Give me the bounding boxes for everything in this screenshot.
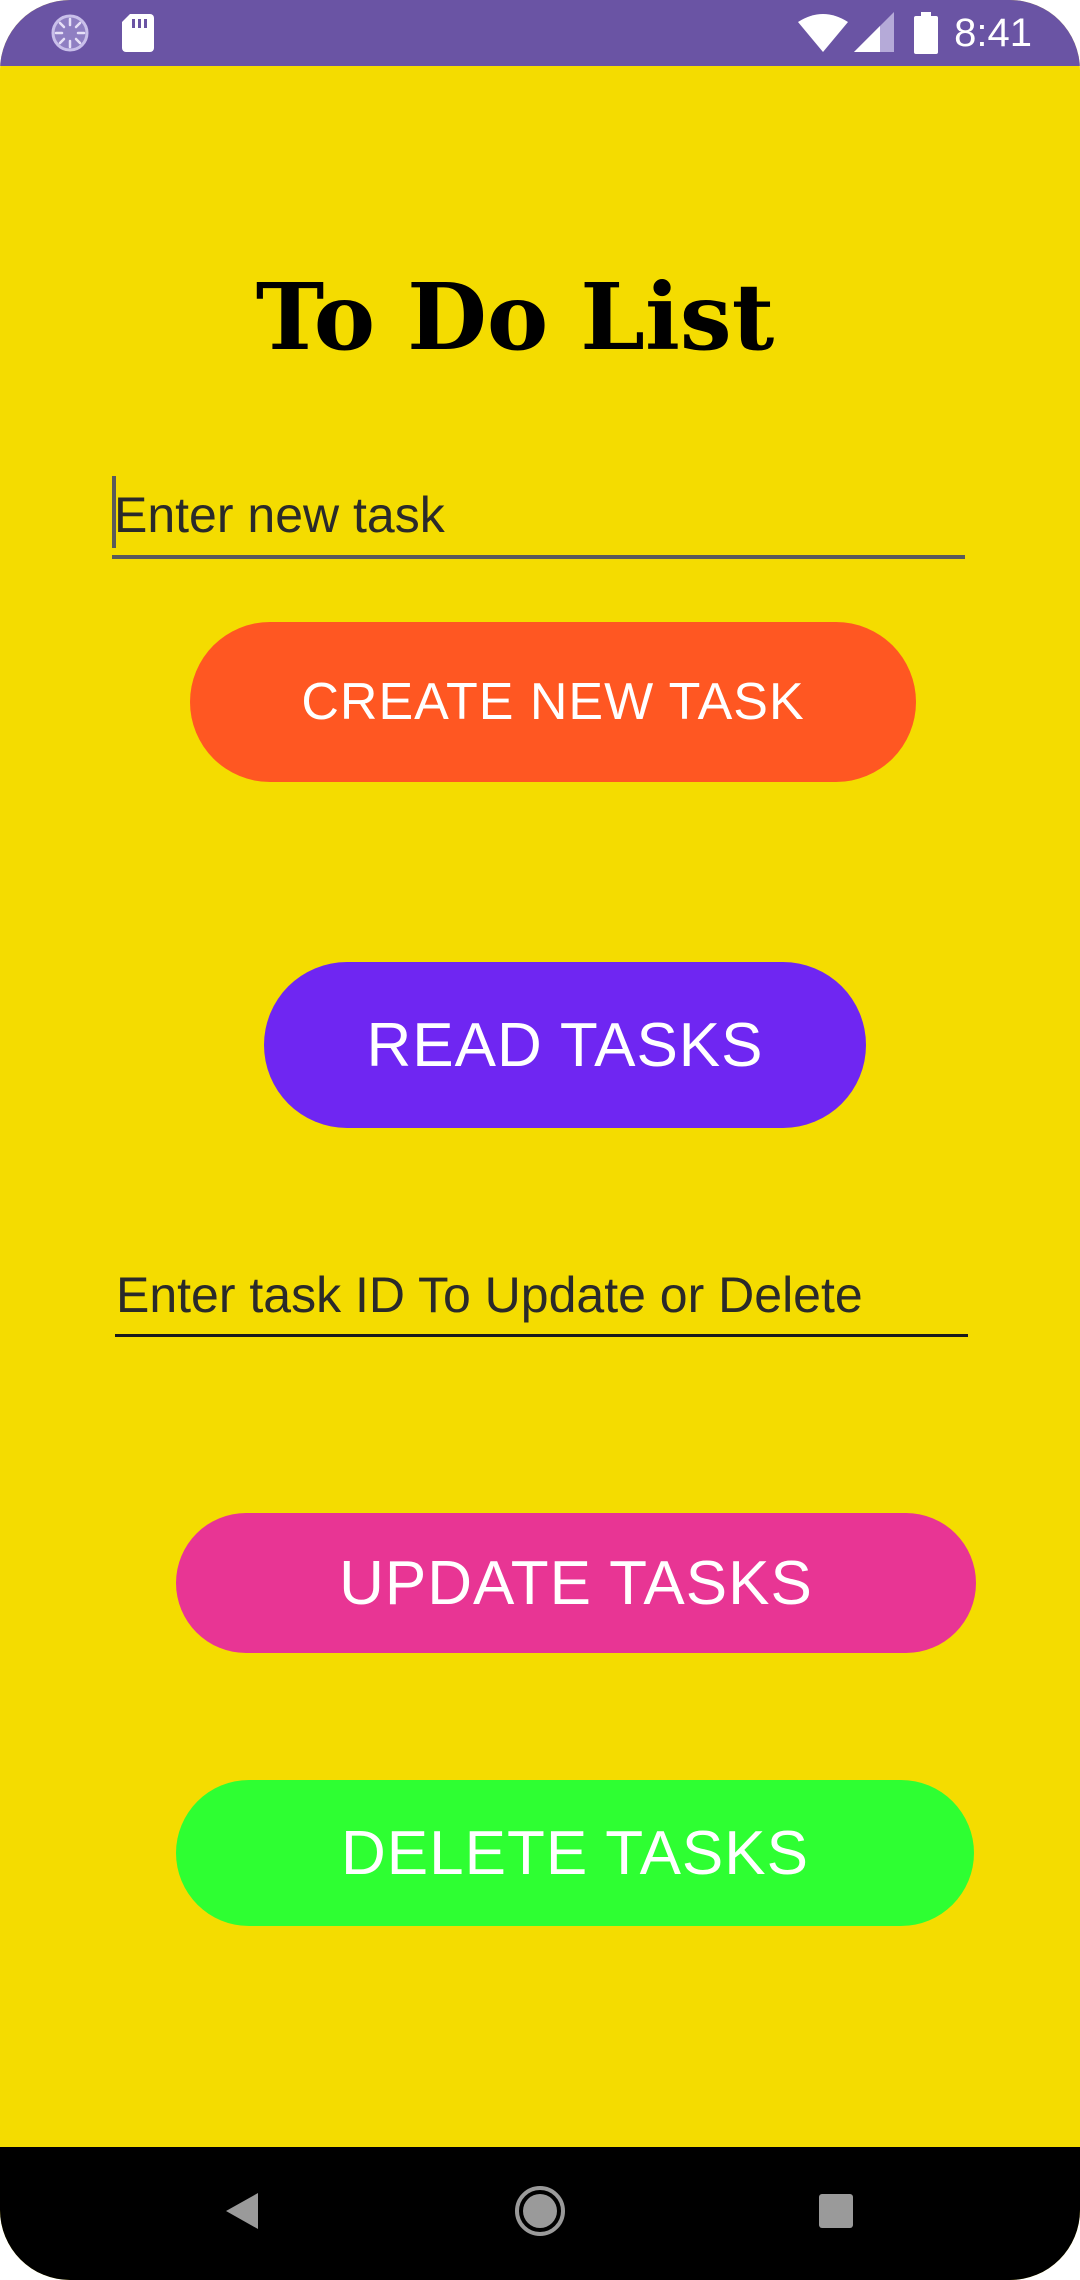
read-tasks-button[interactable]: READ TASKS bbox=[264, 962, 866, 1128]
back-button[interactable] bbox=[152, 2147, 332, 2280]
navigation-bar bbox=[0, 2147, 1080, 2280]
back-icon bbox=[224, 2191, 260, 2236]
recents-icon bbox=[818, 2193, 854, 2234]
recents-button[interactable] bbox=[746, 2147, 926, 2280]
create-new-task-button[interactable]: CREATE NEW TASK bbox=[190, 622, 916, 782]
new-task-input-underline bbox=[112, 555, 965, 559]
delete-tasks-button[interactable]: DELETE TASKS bbox=[176, 1780, 974, 1926]
cellular-signal-icon bbox=[854, 12, 894, 57]
update-tasks-button[interactable]: UPDATE TASKS bbox=[176, 1513, 976, 1653]
wifi-icon bbox=[798, 14, 848, 57]
task-id-input[interactable] bbox=[116, 1256, 966, 1334]
home-icon bbox=[514, 2185, 566, 2242]
app-screen: 8:41 To Do List CREATE NEW TASK READ TAS… bbox=[0, 0, 1080, 2280]
status-bar: 8:41 bbox=[0, 0, 1080, 66]
task-id-input-underline bbox=[115, 1334, 968, 1337]
text-cursor bbox=[112, 476, 116, 548]
sd-card-icon bbox=[122, 14, 154, 57]
loading-spinner-icon bbox=[50, 13, 90, 58]
page-title: To Do List bbox=[255, 263, 775, 371]
status-time: 8:41 bbox=[954, 11, 1032, 55]
new-task-input[interactable] bbox=[114, 475, 964, 555]
battery-icon bbox=[914, 12, 938, 59]
home-button[interactable] bbox=[450, 2147, 630, 2280]
